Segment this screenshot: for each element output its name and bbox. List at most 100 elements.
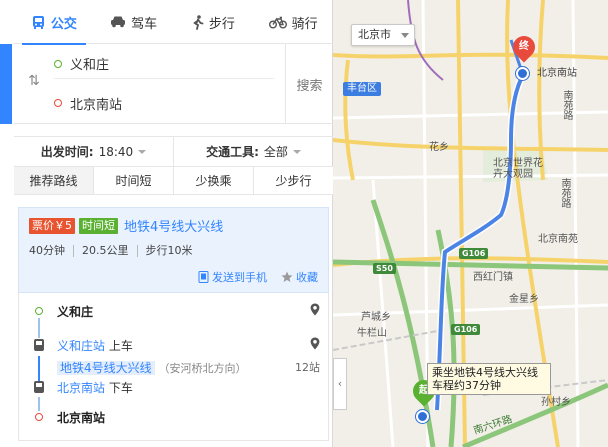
phone-icon xyxy=(198,271,209,283)
depart-time-label: 出发时间: xyxy=(40,145,94,159)
map-label-jinxing: 金星乡 xyxy=(509,294,539,305)
tab-bike-label: 骑行 xyxy=(291,16,318,32)
fastest-badge: 时间短 xyxy=(79,217,118,234)
route-panel: 公交 驾车 步行 骑行 ⇅ 义和庄 北京南站 搜索 出发时间: 18:40 交通… xyxy=(0,0,333,447)
od-accent-bar xyxy=(0,44,12,124)
map-label-world-park-1: 北京世界花 xyxy=(493,158,543,169)
bus-icon xyxy=(34,381,44,393)
chevron-down-icon xyxy=(401,33,409,38)
stop-count: 12站 xyxy=(295,361,320,374)
chevron-left-icon: ‹ xyxy=(337,377,343,390)
metro-station-icon xyxy=(516,67,529,80)
car-icon xyxy=(111,16,126,28)
highway-badge-g106-2: G106 xyxy=(451,324,481,335)
step-destination-name: 北京南站 xyxy=(57,410,106,425)
map-label-beijing-south: 北京南站 xyxy=(537,68,577,79)
origin-field[interactable]: 义和庄 xyxy=(54,49,274,79)
favorite-label: 收藏 xyxy=(296,271,318,284)
map-label-niulanshan: 牛栏山 xyxy=(357,328,387,339)
step-origin-name: 义和庄 xyxy=(57,304,94,319)
bus-icon xyxy=(32,15,44,29)
step-line: 地铁4号线大兴线 （安河桥北方向） 12站 xyxy=(19,359,330,375)
plan-header: 票价￥5 时间短 地铁4号线大兴线 xyxy=(29,216,223,235)
chevron-down-icon xyxy=(292,149,301,154)
map-label-nanyuan-road-2: 南苑路 xyxy=(559,178,570,208)
plan-title[interactable]: 地铁4号线大兴线 xyxy=(124,216,223,235)
board-station-link[interactable]: 义和庄站 xyxy=(57,339,105,353)
step-destination: 北京南站 xyxy=(19,409,330,425)
tab-bike[interactable]: 骑行 xyxy=(253,0,333,44)
step-connector xyxy=(38,318,40,338)
bike-icon xyxy=(268,16,287,29)
tab-drive-label: 驾车 xyxy=(131,16,158,32)
end-pin-icon[interactable]: 终 xyxy=(508,31,540,63)
walk-icon xyxy=(193,14,204,30)
plan-stats: 40分钟 20.5公里 步行10米 xyxy=(29,245,201,257)
bus-icon xyxy=(34,339,44,351)
location-pin-icon[interactable] xyxy=(310,337,320,350)
plan-actions: 发送到手机 收藏 xyxy=(198,269,318,285)
district-label: 丰台区 xyxy=(343,82,381,96)
transport-mode-tabs: 公交 驾车 步行 骑行 xyxy=(14,0,333,45)
plan-duration: 40分钟 xyxy=(29,244,65,257)
star-icon xyxy=(281,271,293,282)
map-label-nanyuan-road: 南苑路 xyxy=(561,90,572,120)
sort-tabs: 推荐路线 时间短 少换乘 少步行 xyxy=(14,167,333,195)
metro-line-link[interactable]: 地铁4号线大兴线 xyxy=(57,360,155,375)
depart-time-value: 18:40 xyxy=(98,144,134,159)
route-steps: 义和庄 义和庄站 上车 地铁4号线大兴线 （安河桥北方向） 12站 北京南站 下… xyxy=(18,293,329,441)
map-label-xihongmen: 西红门镇 xyxy=(473,272,513,283)
tab-drive[interactable]: 驾车 xyxy=(94,0,174,44)
route-filters: 出发时间: 18:40 交通工具: 全部 xyxy=(14,136,333,167)
map-label-sunxing: 孙村乡 xyxy=(541,397,571,408)
chevron-down-icon xyxy=(138,149,147,154)
send-to-phone-button[interactable]: 发送到手机 xyxy=(198,269,267,285)
step-origin: 义和庄 xyxy=(19,303,330,319)
alight-action: 下车 xyxy=(108,380,133,395)
collapse-panel-handle[interactable]: ‹ xyxy=(333,358,347,410)
depart-time-select[interactable]: 出发时间: 18:40 xyxy=(14,137,173,166)
tab-walk-label: 步行 xyxy=(208,16,235,32)
line-direction: （安河桥北方向） xyxy=(158,361,247,375)
city-label: 北京市 xyxy=(358,28,391,41)
plan-distance: 20.5公里 xyxy=(73,245,137,257)
transport-tool-select[interactable]: 交通工具: 全部 xyxy=(173,137,333,166)
highway-badge-g106: G106 xyxy=(459,248,489,259)
map-label-lucheng: 芦城乡 xyxy=(361,312,391,323)
route-tooltip: 乘坐地铁4号线大兴线 车程约37分钟 xyxy=(427,363,551,395)
map-label-huaxiang: 花乡 xyxy=(429,142,449,153)
metro-station-start-icon xyxy=(416,410,429,423)
map-label-world-park-2: 卉大观园 xyxy=(493,169,533,180)
step-alight: 北京南站 下车 xyxy=(19,379,330,395)
tab-walk[interactable]: 步行 xyxy=(174,0,254,44)
transport-tool-label: 交通工具: xyxy=(206,145,259,159)
city-select[interactable]: 北京市 xyxy=(351,24,415,46)
destination-value: 北京南站 xyxy=(70,97,123,113)
alight-station-link[interactable]: 北京南站 xyxy=(57,381,105,395)
plan-walk-distance: 步行10米 xyxy=(136,245,201,257)
tab-recommended[interactable]: 推荐路线 xyxy=(14,167,93,194)
search-button[interactable]: 搜索 xyxy=(285,44,333,124)
transport-tool-value: 全部 xyxy=(263,145,288,159)
tab-least-walking[interactable]: 少步行 xyxy=(253,167,333,194)
destination-dot-icon xyxy=(35,413,43,421)
tab-fewest-transfers[interactable]: 少换乘 xyxy=(173,167,253,194)
step-board: 义和庄站 上车 xyxy=(19,337,330,353)
destination-field[interactable]: 北京南站 xyxy=(54,88,274,118)
origin-destination-box: ⇅ 义和庄 北京南站 搜索 xyxy=(14,44,333,124)
swap-icon[interactable]: ⇅ xyxy=(26,73,42,89)
origin-value: 义和庄 xyxy=(70,58,110,73)
favorite-button[interactable]: 收藏 xyxy=(281,269,318,285)
highway-badge-s50: S50 xyxy=(373,263,396,274)
tab-shortest-time[interactable]: 时间短 xyxy=(93,167,173,194)
route-plan-card[interactable]: 票价￥5 时间短 地铁4号线大兴线 40分钟 20.5公里 步行10米 发送到手… xyxy=(18,207,329,293)
tab-transit[interactable]: 公交 xyxy=(14,0,94,45)
location-pin-icon[interactable] xyxy=(310,303,320,316)
destination-dot-icon xyxy=(54,99,62,107)
origin-dot-icon xyxy=(35,307,43,315)
tab-transit-label: 公交 xyxy=(50,16,77,32)
origin-dot-icon xyxy=(54,59,62,68)
route-map[interactable]: 北京市 丰台区 北京南站 北京世界花 卉大观园 花乡 南苑路 南苑路 北京南苑 … xyxy=(333,0,608,447)
board-action: 上车 xyxy=(108,338,133,353)
send-to-phone-label: 发送到手机 xyxy=(212,271,267,284)
